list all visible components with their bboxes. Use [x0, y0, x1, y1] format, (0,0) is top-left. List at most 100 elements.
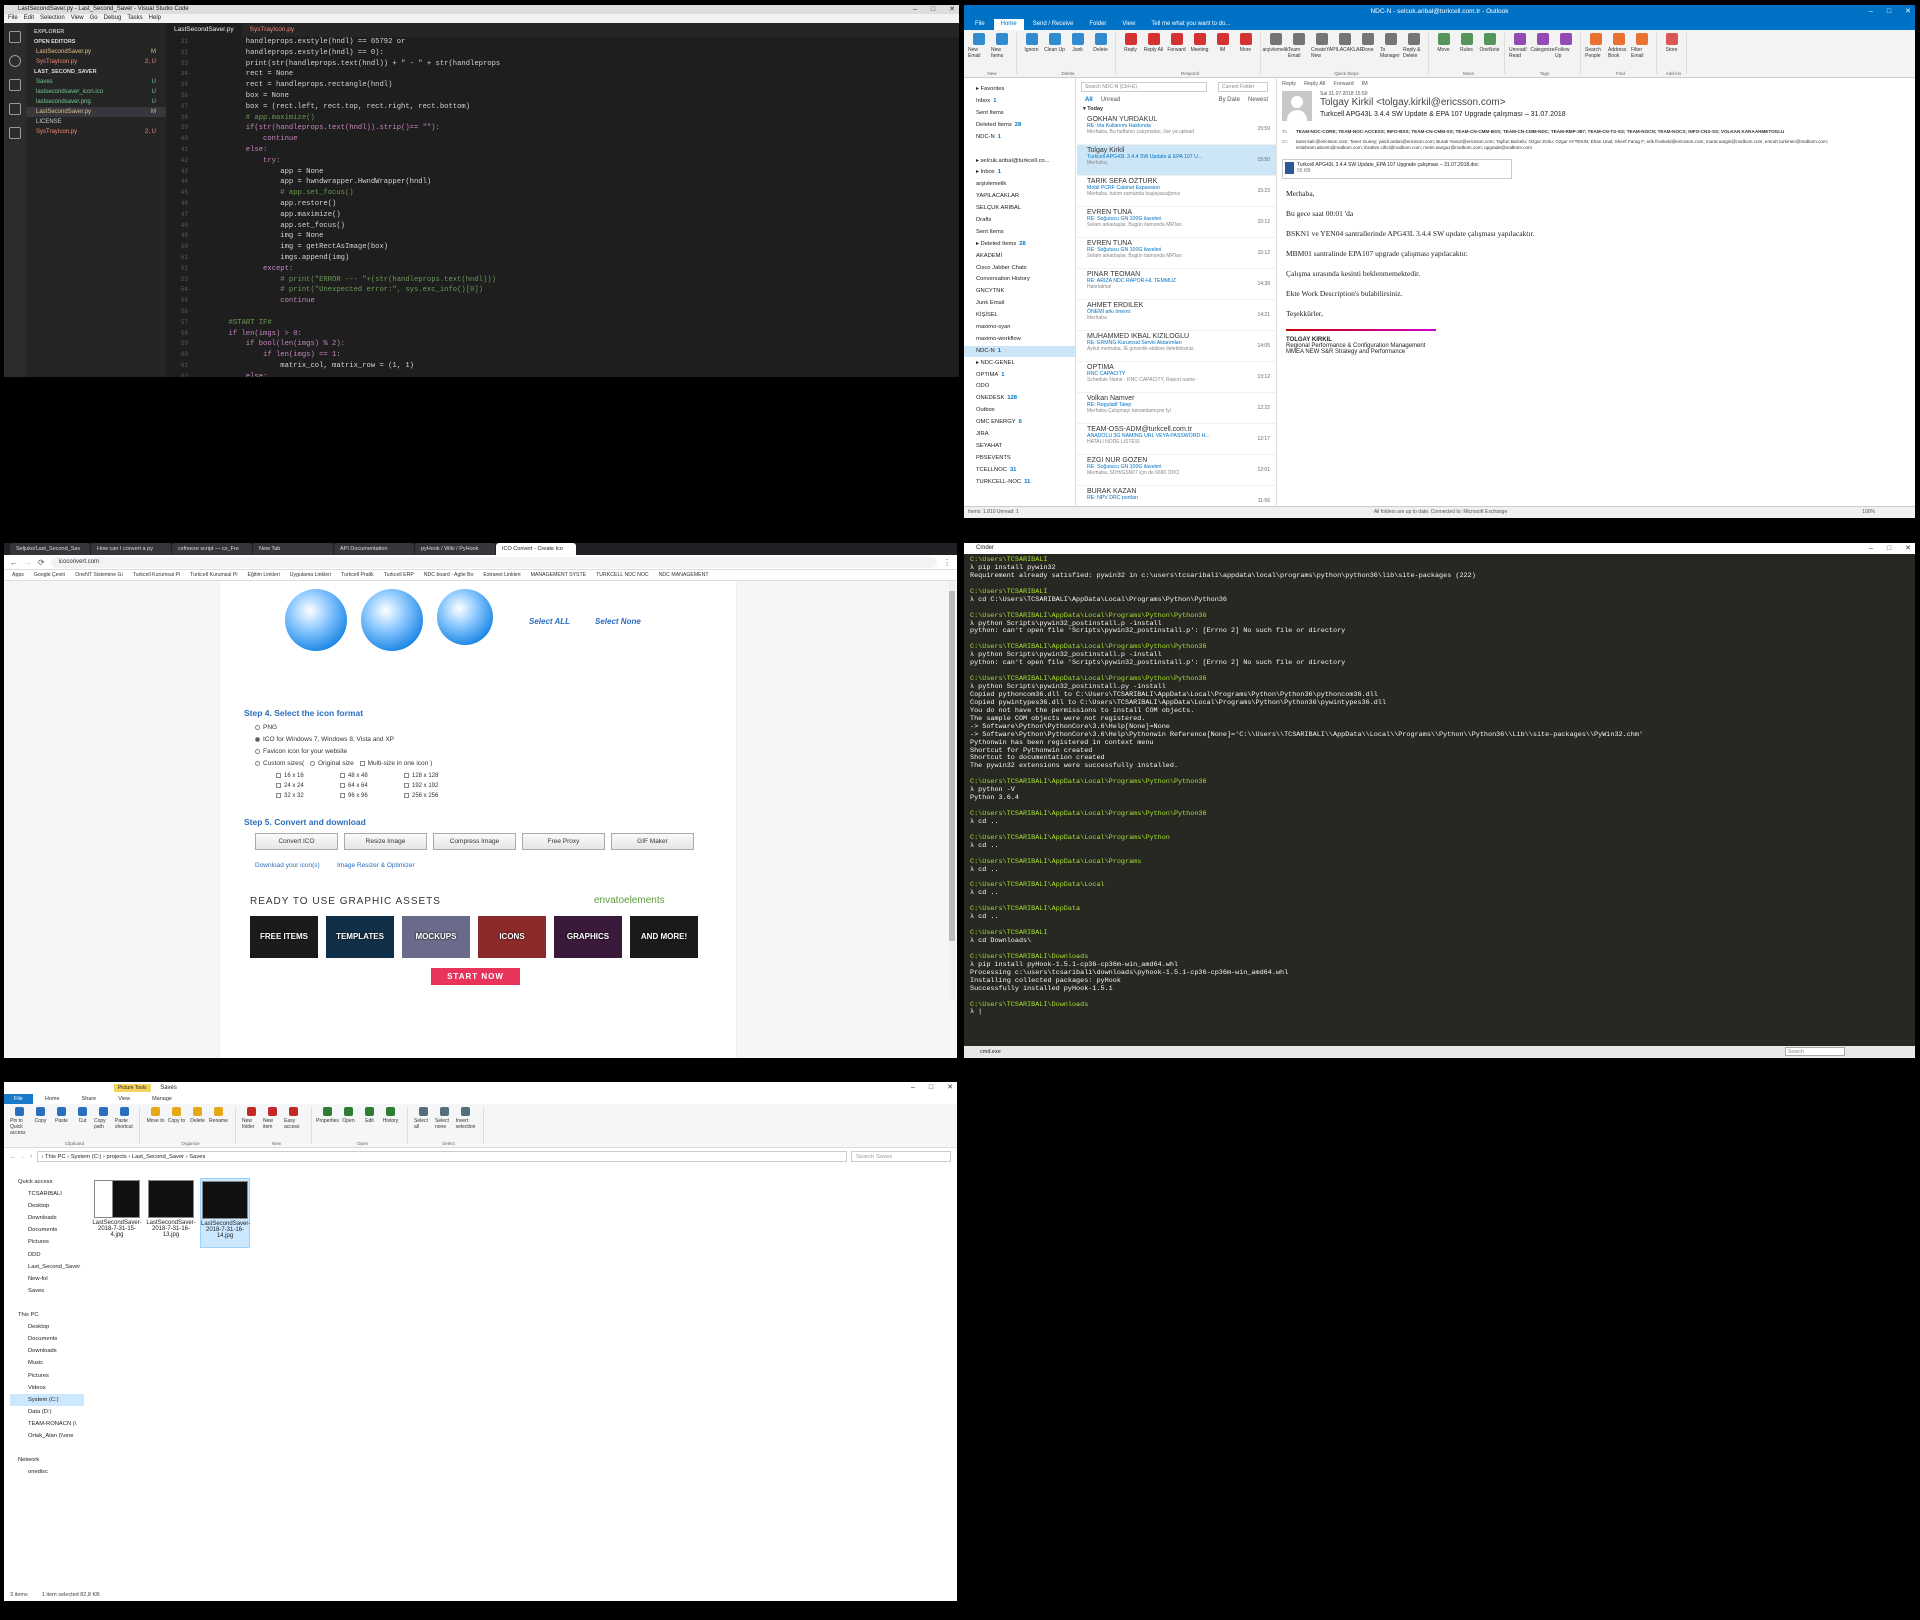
nav-item[interactable]: Last_Second_Saver — [10, 1261, 84, 1273]
nav-item[interactable]: System (C:) — [10, 1393, 84, 1406]
menu-item[interactable]: Edit — [24, 14, 34, 23]
ribbon-button[interactable]: New folder — [242, 1107, 261, 1136]
folder-item[interactable]: Outbox — [964, 405, 1075, 417]
ribbon-button[interactable]: Open — [339, 1107, 358, 1136]
ribbon-button[interactable]: Move to — [146, 1107, 165, 1136]
folder-item[interactable]: SELÇUK ARIBAL — [964, 203, 1075, 215]
ribbon-tab[interactable]: File — [4, 1094, 33, 1104]
editor-tab[interactable]: SysTrayIcon.py — [242, 23, 303, 37]
tool-button[interactable]: Compress Image — [433, 833, 516, 850]
ribbon-button[interactable]: YAPILACAKLAR — [1326, 33, 1363, 66]
size-checkbox[interactable]: 192 x 192 — [404, 783, 438, 789]
file-tree-item[interactable]: Saves U — [26, 77, 166, 87]
folder-item[interactable]: ▸ selcuk.aribal@turkcell.co... — [964, 155, 1075, 167]
folder-item[interactable]: Drafts — [964, 215, 1075, 227]
browser-tab[interactable]: New Tab — [253, 543, 333, 555]
ribbon-button[interactable]: arşivlemelik — [1262, 33, 1289, 66]
tool-button[interactable]: Free Proxy — [522, 833, 605, 850]
size-checkbox[interactable]: 96 x 96 — [340, 793, 368, 799]
maximize-icon[interactable]: □ — [1887, 543, 1891, 554]
ribbon-button[interactable]: Easy access — [284, 1107, 303, 1136]
mail-from[interactable]: Tolgay Kirkil <tolgay.kirkil@ericsson.co… — [1320, 97, 1566, 108]
ribbon-button[interactable]: To Manager — [1380, 33, 1401, 66]
folder-item[interactable]: ▸ NDC-GENEL — [964, 357, 1075, 369]
ribbon-button[interactable]: Properties — [316, 1107, 339, 1136]
browser-tab[interactable]: pyHook / Wiki / PyHook — [415, 543, 495, 555]
menu-item[interactable]: Selection — [40, 14, 65, 23]
minimize-icon[interactable]: – — [911, 1082, 915, 1094]
sort-order-dropdown[interactable]: Newest — [1248, 97, 1268, 103]
ribbon-button[interactable]: Junk — [1067, 33, 1088, 66]
resizer-link[interactable]: Image Resizer & Optimizer — [337, 862, 415, 869]
ribbon-button[interactable]: Forward — [1166, 33, 1187, 66]
maximize-icon[interactable]: □ — [1887, 5, 1891, 19]
asset-tile[interactable]: AND MORE! — [630, 916, 698, 958]
mail-item[interactable]: OPTIMA RNC CAPACITY Schedule Name - RNC CA… — [1077, 362, 1276, 393]
ribbon-button[interactable]: Select none — [435, 1107, 454, 1136]
format-ico[interactable]: ICO for Windows 7, Windows 8, Vista and … — [255, 736, 394, 743]
ribbon-button[interactable]: Team Email — [1288, 33, 1309, 66]
attachment[interactable]: Turkcell APG43L 3.4.4 SW Update_EPA 107 … — [1282, 159, 1512, 179]
start-now-button[interactable]: START NOW — [431, 968, 520, 985]
ribbon-button[interactable]: Paste shortcut — [115, 1107, 134, 1136]
ribbon-button[interactable]: Ignore — [1021, 33, 1042, 66]
folder-item[interactable]: OMC ENERGY 6 — [964, 417, 1075, 429]
size-checkbox[interactable]: 48 x 48 — [340, 773, 368, 779]
folder-item[interactable] — [964, 143, 1075, 155]
asset-tile[interactable]: FREE ITEMS — [250, 916, 318, 958]
ribbon-button[interactable]: Copy to — [167, 1107, 186, 1136]
reading-action[interactable]: IM — [1362, 81, 1368, 87]
close-icon[interactable]: ✕ — [947, 1082, 953, 1094]
nav-item[interactable]: Downloads — [10, 1345, 84, 1357]
asset-tile[interactable]: GRAPHICS — [554, 916, 622, 958]
extensions-icon[interactable] — [9, 127, 21, 139]
folder-item[interactable]: SEYAHAT — [964, 441, 1075, 453]
nav-item[interactable]: Quick access — [10, 1176, 84, 1188]
ribbon-tab[interactable]: Send / Receive — [1026, 19, 1081, 30]
file-thumbnail[interactable]: LastSecondSaver-2018-7-31-15-4.jpg — [92, 1178, 142, 1248]
folder-item[interactable]: Sent Items — [964, 108, 1075, 120]
folder-item[interactable]: maximo-workflow — [964, 334, 1075, 346]
nav-item[interactable] — [10, 1297, 84, 1309]
ribbon-tab[interactable]: File — [968, 19, 992, 30]
folder-item[interactable]: ONEDESK 128 — [964, 393, 1075, 405]
ribbon-tab[interactable]: View — [108, 1094, 140, 1104]
editor-tab[interactable]: LastSecondSaver.py — [166, 23, 242, 37]
folder-item[interactable]: ▸ Favorites — [964, 84, 1075, 96]
open-editors-label[interactable]: OPEN EDITORS — [26, 37, 166, 47]
ribbon-button[interactable]: History — [381, 1107, 400, 1136]
bookmark-item[interactable]: Extranet Linkleri — [483, 570, 520, 580]
asset-tile[interactable]: ICONS — [478, 916, 546, 958]
nav-item[interactable]: New-fol — [10, 1273, 84, 1285]
ribbon-button[interactable]: New Items — [991, 33, 1012, 66]
files-icon[interactable] — [9, 31, 21, 43]
nav-item[interactable]: TEAM-RONACN (\ — [10, 1418, 84, 1430]
ribbon-button[interactable]: Rules — [1456, 33, 1477, 66]
file-tree-item[interactable]: SysTrayIcon.py 2, U — [26, 127, 166, 137]
maximize-icon[interactable]: □ — [929, 1082, 933, 1094]
maximize-icon[interactable]: □ — [931, 5, 935, 14]
menu-item[interactable]: Go — [90, 14, 98, 23]
file-tree-item[interactable]: LICENSE — [26, 117, 166, 127]
zoom-level[interactable]: 100% — [1862, 507, 1875, 518]
file-tree-item[interactable]: LastSecondSaver.py M — [26, 107, 166, 117]
ribbon-button[interactable]: Address Book — [1608, 33, 1629, 66]
ribbon-button[interactable]: Reply & Delete — [1403, 33, 1424, 66]
bookmark-item[interactable]: Turkcell Kurumsal Pi — [133, 570, 180, 580]
bookmark-item[interactable]: NDC MANAGEMENT — [659, 570, 709, 580]
browser-tab[interactable]: How can I convert a py — [91, 543, 171, 555]
ribbon-button[interactable]: Follow Up — [1555, 33, 1576, 66]
menu-item[interactable]: Help — [149, 14, 161, 23]
tool-button[interactable]: GIF Maker — [611, 833, 694, 850]
envato-logo[interactable]: envatoelements — [594, 895, 665, 906]
mail-item[interactable]: TEAM-OSS-ADM@turkcell.com.tr ANADOLU 3G N… — [1077, 424, 1276, 455]
ribbon-button[interactable]: Done — [1357, 33, 1378, 66]
folder-item[interactable]: OPTIMA 1 — [964, 369, 1075, 381]
bookmark-item[interactable]: Uygulama Linkleri — [290, 570, 331, 580]
debug-icon[interactable] — [9, 103, 21, 115]
console-tab[interactable]: cmd.exe — [980, 1049, 1001, 1055]
browser-tab[interactable]: cxfreeze script — cx_Fre — [172, 543, 252, 555]
code-view[interactable]: 31 handleprops.exstyle(hndl) == 65792 or… — [166, 37, 959, 377]
mail-item[interactable]: EVREN TUNA RE: Soğutucu GN 100G ilaveleri… — [1077, 238, 1276, 269]
size-checkbox[interactable]: 128 x 128 — [404, 773, 438, 779]
